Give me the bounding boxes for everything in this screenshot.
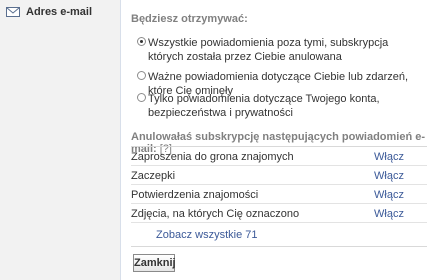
table-row: Zaczepki Włącz xyxy=(131,166,427,185)
radio-label: Tylko powiadomienia dotyczące Twojego ko… xyxy=(148,93,380,119)
see-all-link[interactable]: Zobacz wszystkie 71 xyxy=(156,229,257,241)
notification-name: Zaproszenia do grona znajomych xyxy=(131,151,294,163)
radio-label: Wszystkie powiadomienia poza tymi, subsk… xyxy=(148,37,389,63)
radio-option-all[interactable]: Wszystkie powiadomienia poza tymi, subsk… xyxy=(137,36,422,64)
sidebar-header: Adres e-mail xyxy=(6,5,92,19)
notification-name: Zaczepki xyxy=(131,170,176,182)
table-row: Potwierdzenia znajomości Włącz xyxy=(131,185,427,204)
bottom-divider xyxy=(131,246,427,247)
sidebar: Adres e-mail xyxy=(0,0,121,280)
receive-title: Będziesz otrzymywać: xyxy=(131,13,248,25)
table-row: Zdjęcia, na których Cię oznaczono Włącz xyxy=(131,204,427,223)
sidebar-title: Adres e-mail xyxy=(26,6,93,18)
notification-name: Zdjęcia, na których Cię oznaczono xyxy=(131,208,300,220)
enable-link[interactable]: Włącz xyxy=(374,189,404,201)
enable-link[interactable]: Włącz xyxy=(374,151,404,163)
enable-link[interactable]: Włącz xyxy=(374,208,404,220)
radio-button-checked[interactable] xyxy=(137,37,146,46)
radio-option-account-only[interactable]: Tylko powiadomienia dotyczące Twojego ko… xyxy=(137,92,422,120)
notification-name: Potwierdzenia znajomości xyxy=(131,189,259,201)
table-row: Zaproszenia do grona znajomych Włącz xyxy=(131,147,427,166)
radio-button[interactable] xyxy=(137,71,146,80)
envelope-icon xyxy=(6,7,20,17)
enable-link[interactable]: Włącz xyxy=(374,170,404,182)
close-button[interactable]: Zamknij xyxy=(133,254,176,272)
radio-button[interactable] xyxy=(137,93,146,102)
